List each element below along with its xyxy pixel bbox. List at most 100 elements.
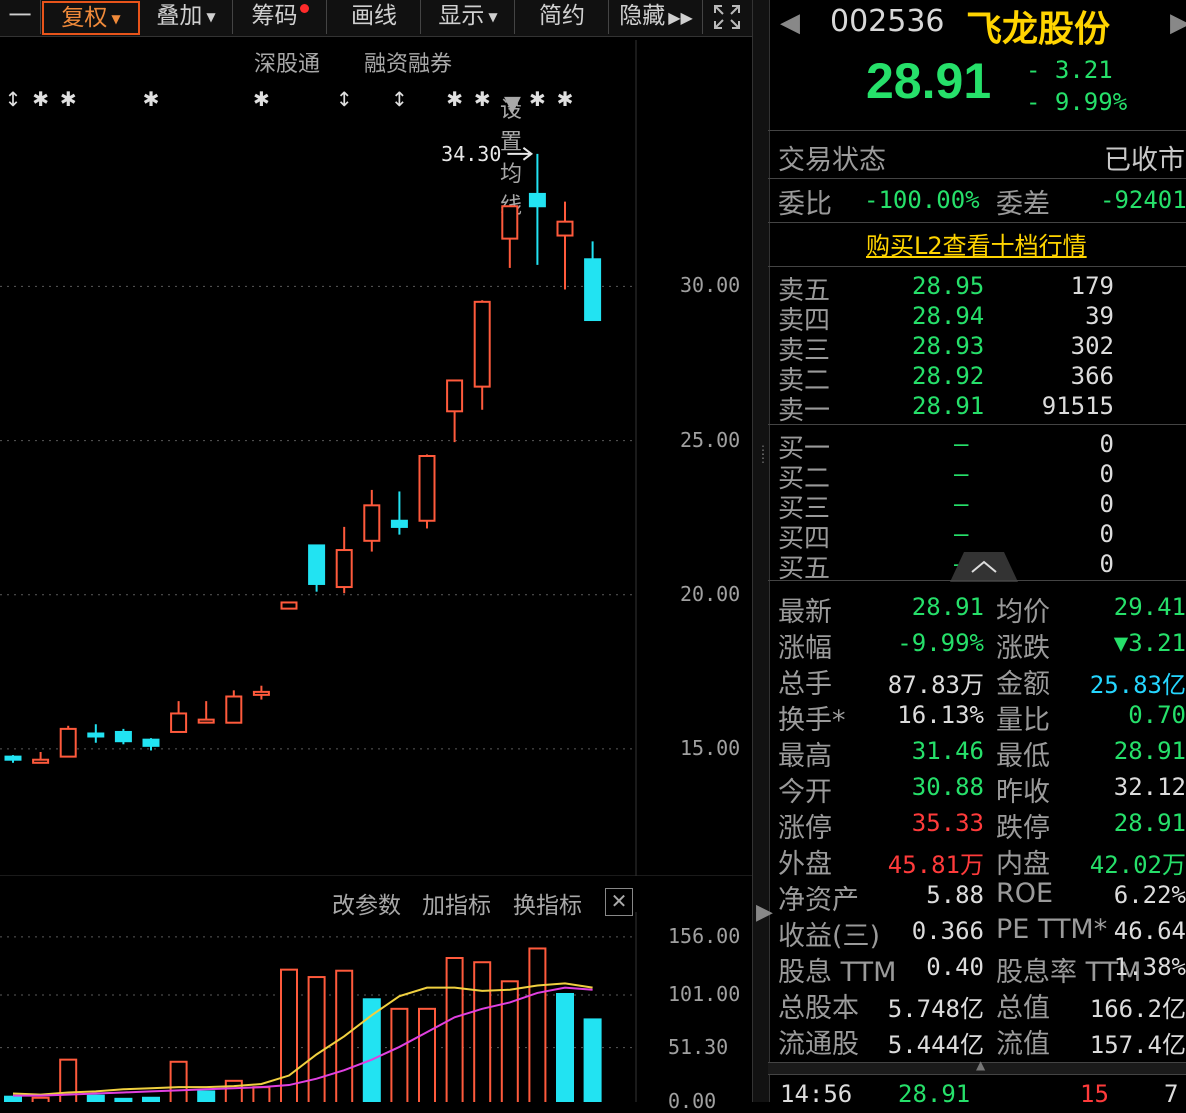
tick-price: 28.91	[898, 1080, 971, 1108]
candle-body	[501, 205, 519, 240]
fuquan-button[interactable]: 复权 ▼	[42, 1, 140, 35]
volume-chart[interactable]	[0, 912, 752, 1102]
price-axis-tick: 15.00	[680, 735, 741, 760]
stat-label: 最低	[996, 741, 1050, 772]
stat-label: 涨停	[778, 813, 832, 844]
xianshi-button[interactable]: 显示 ▼	[422, 0, 515, 34]
chevron-up-icon[interactable]: ▲	[976, 1058, 985, 1072]
stat-label: 净资产	[778, 885, 859, 916]
candle-body	[308, 544, 326, 585]
candle-body	[87, 732, 105, 738]
ask-price: 28.91	[912, 392, 985, 420]
separator	[768, 130, 1186, 131]
price-axis-tick: 30.00	[680, 273, 741, 298]
volume-bar	[445, 957, 464, 1102]
stat-value: 30.88	[911, 773, 984, 801]
stat-value: 87.83万	[887, 671, 984, 699]
stat-value: 25.83亿	[1089, 671, 1186, 699]
candle-body	[335, 549, 353, 589]
weicha-label: 委差	[996, 189, 1050, 220]
weicha-value: -92401	[1100, 186, 1186, 214]
next-stock-icon[interactable]: ▶	[1170, 8, 1186, 38]
stat-value: 166.2亿	[1089, 995, 1186, 1023]
candle-body	[225, 695, 243, 724]
stat-value: 5.88	[926, 881, 984, 909]
expand-icon[interactable]	[704, 0, 750, 34]
volume-bar	[224, 1079, 243, 1102]
stat-label: 总值	[996, 993, 1050, 1024]
stat-value: 45.81万	[887, 851, 984, 879]
stat-label: 涨跌	[996, 633, 1050, 664]
volume-bar	[169, 1060, 188, 1102]
bid-price: —	[954, 520, 969, 548]
huaxian-button[interactable]: 画线	[328, 0, 421, 34]
ask-price: 28.92	[912, 362, 985, 390]
volume-axis-tick: 101.00	[668, 982, 741, 1007]
prev-stock-icon[interactable]: ◀	[780, 8, 800, 38]
tick-time: 14:56	[780, 1080, 853, 1108]
dropdown-caret-icon: ▼	[488, 9, 498, 24]
event-marker-icon: ↕	[391, 87, 408, 111]
stat-label: 今开	[778, 777, 832, 808]
l2-purchase-link[interactable]: 购买L2查看十档行情	[866, 226, 1087, 261]
stat-value: 28.91	[911, 593, 984, 621]
stat-value: 16.13%	[897, 701, 984, 729]
price-change: - 3.21	[1026, 56, 1113, 84]
candle-body	[528, 192, 546, 208]
toolbar-dash[interactable]: 一	[0, 0, 41, 34]
volume-bar	[418, 1007, 436, 1102]
candle-body	[280, 601, 298, 610]
chouma-button[interactable]: 筹码	[234, 0, 327, 34]
stat-value: 32.12	[1113, 773, 1186, 801]
volume-bar	[307, 976, 326, 1102]
candle-body	[556, 220, 574, 237]
event-marker-icon: ✱	[143, 87, 160, 111]
separator	[768, 266, 1186, 267]
tick-volume: 15	[1080, 1080, 1109, 1108]
candle-body	[170, 712, 188, 733]
separator	[768, 424, 1186, 425]
stat-label: 收益(三)	[778, 921, 881, 952]
volume-axis-tick: 156.00	[668, 923, 741, 948]
stat-value: 1.38%	[1113, 953, 1186, 981]
last-price: 28.91	[866, 53, 992, 109]
weibi-value: -100.00%	[864, 186, 980, 214]
volume-bar	[197, 1090, 216, 1102]
event-marker-icon: ✱	[32, 87, 49, 111]
tick-count: 7	[1164, 1080, 1179, 1108]
candle-body	[363, 504, 381, 542]
stat-label: 最高	[778, 741, 832, 772]
ask-volume: 302	[1070, 332, 1114, 360]
stat-label: 内盘	[996, 849, 1050, 880]
stat-label: 总手	[778, 669, 832, 700]
volume-bar	[500, 980, 519, 1102]
stat-label: 流通股	[778, 1029, 859, 1060]
volume-bar	[473, 961, 492, 1102]
volume-axis-tick: 51.30	[668, 1034, 729, 1059]
bid-volume: 0	[1099, 520, 1114, 548]
stat-label: 均价	[996, 597, 1050, 628]
candle-body	[59, 727, 77, 758]
stat-value: 28.91	[1113, 809, 1186, 837]
stat-label: ROE	[996, 878, 1054, 909]
stat-value: 157.4亿	[1089, 1031, 1186, 1059]
separator	[768, 222, 1186, 223]
chart-toolbar: 一 复权 ▼ 叠加 ▼ 筹码 画线 显示 ▼ 简约 隐藏 ▶▶	[0, 0, 752, 37]
yincang-button[interactable]: 隐藏 ▶▶	[610, 0, 703, 34]
status-label: 交易状态	[778, 145, 886, 176]
collapse-orderbook-icon[interactable]	[936, 552, 1032, 582]
diejia-button[interactable]: 叠加 ▼	[140, 0, 233, 34]
status-value: 已收市	[1104, 145, 1185, 176]
stat-value: ▼3.21	[1113, 629, 1186, 657]
price-axis-tick: 20.00	[680, 581, 741, 606]
bid-price: —	[954, 460, 969, 488]
jianyue-button[interactable]: 简约	[516, 0, 609, 34]
candle-body	[114, 730, 132, 743]
stat-value: 5.444亿	[887, 1031, 984, 1059]
event-marker-icon: ✱	[253, 87, 270, 111]
kline-chart[interactable]: ↕ ✱ ✱ ✱ ✱ ↕ ↕ ✱ ✱ ✱ ✱ 34.30	[0, 40, 752, 876]
stat-value: 31.46	[911, 737, 984, 765]
ask-price: 28.93	[912, 332, 985, 360]
expand-icon	[714, 5, 740, 29]
volume-bar	[280, 968, 298, 1102]
